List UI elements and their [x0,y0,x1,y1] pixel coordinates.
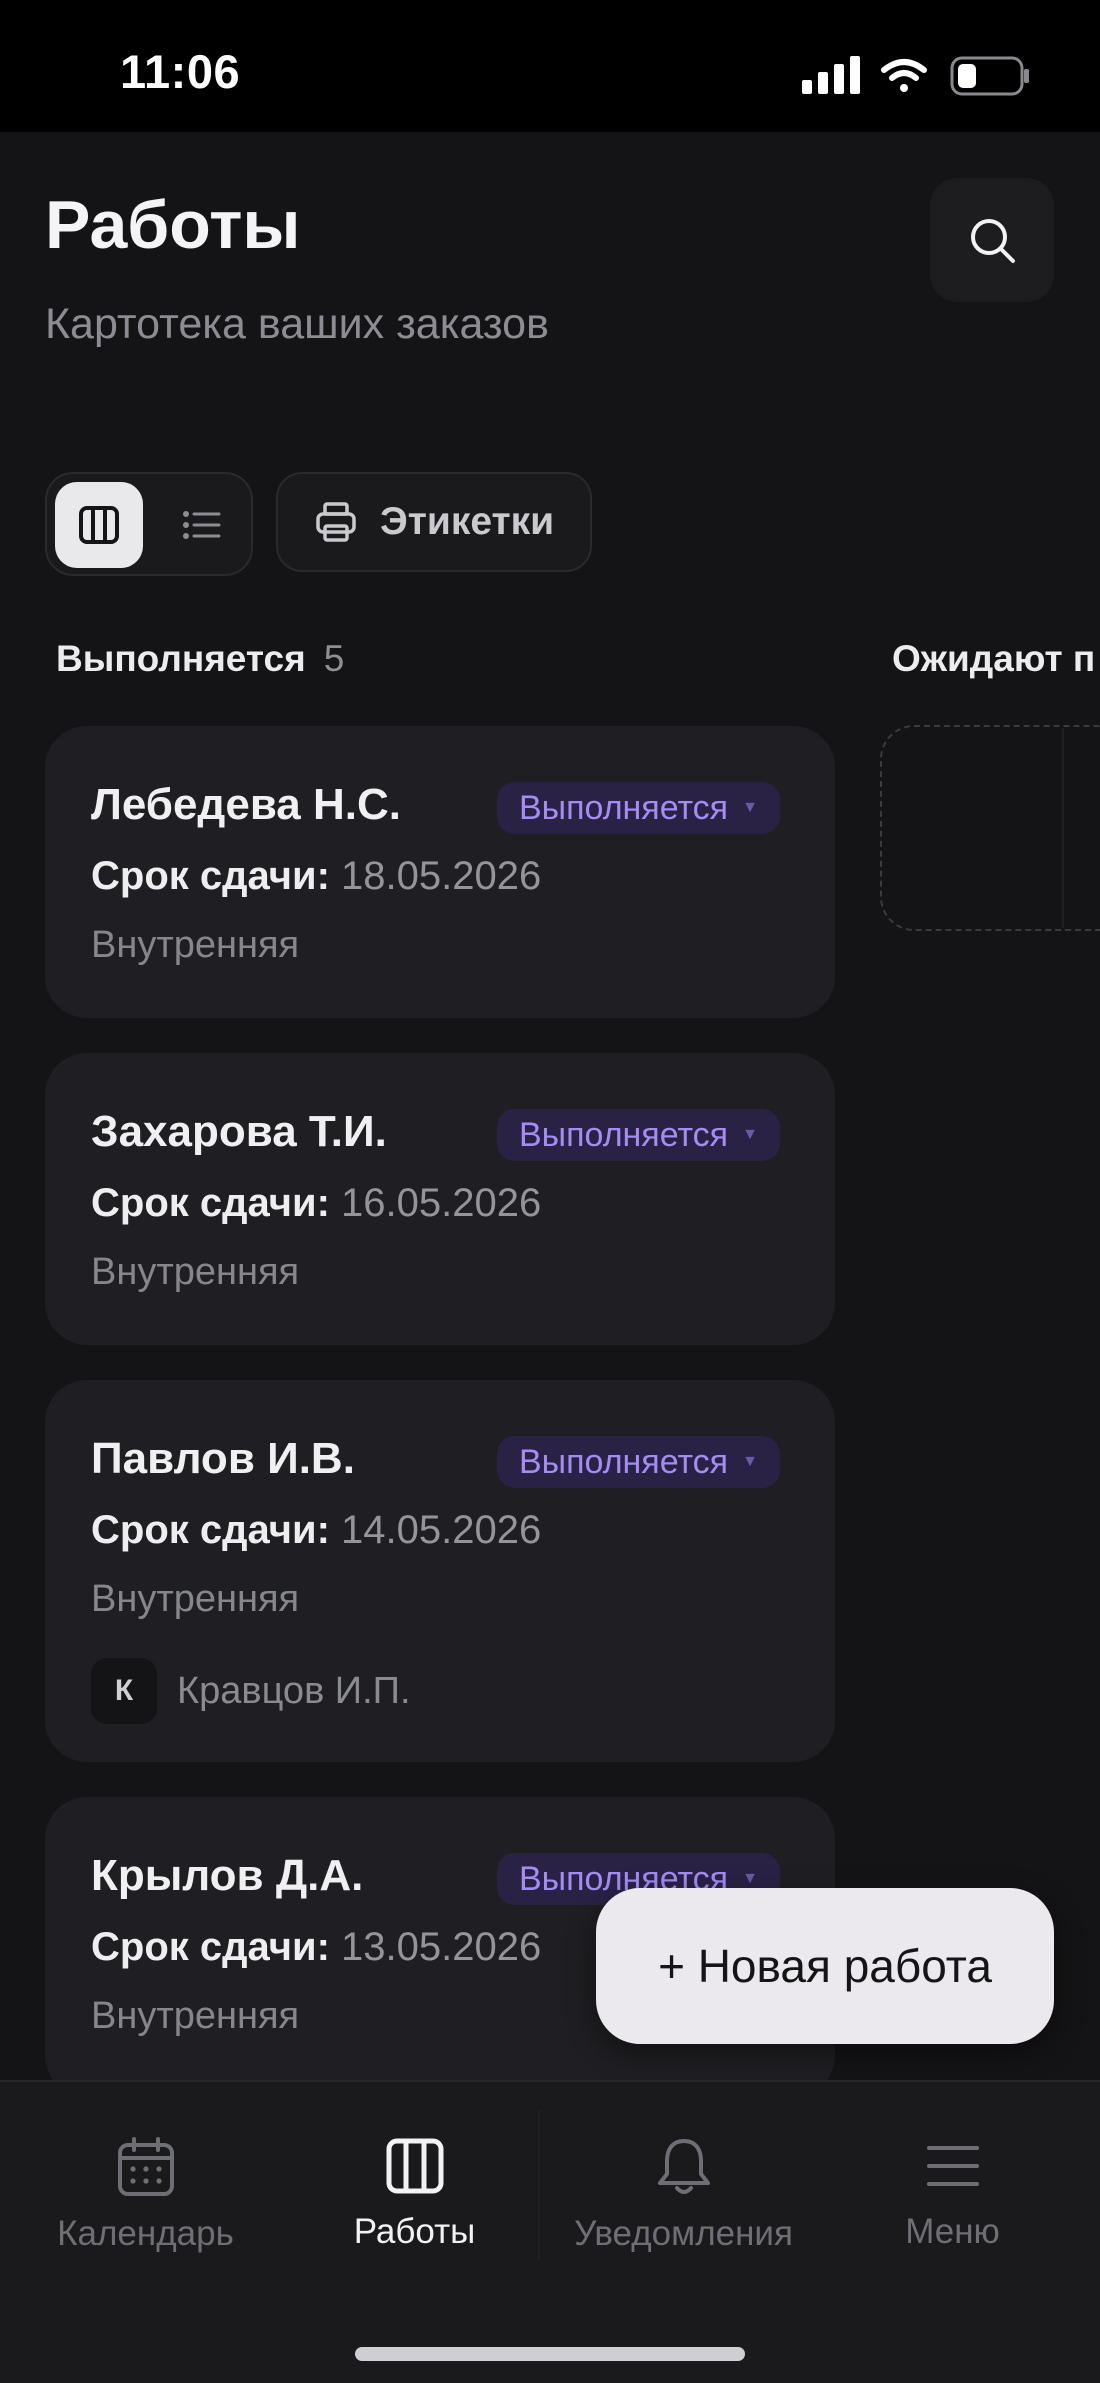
cellular-signal-icon [802,56,860,94]
view-toggle [45,472,253,576]
status-time: 11:06 [120,45,241,98]
status-badge[interactable]: Выполняется ▼ [497,1109,780,1161]
caret-down-icon: ▼ [742,1126,758,1143]
menu-icon [926,2146,979,2186]
nav-label: Меню [905,2212,1000,2251]
caret-down-icon: ▼ [742,799,758,816]
nav-divider [538,2110,540,2260]
home-indicator[interactable] [355,2347,745,2361]
bell-icon [657,2139,710,2194]
card-due-date: Срок сдачи: 18.05.2026 [91,854,541,899]
status-icons [800,52,1030,105]
columns-icon [79,506,119,544]
nav-item-works[interactable]: Работы [277,2136,552,2252]
search-button[interactable] [930,178,1054,302]
due-label: Срок сдачи: [91,854,330,898]
columns-icon [386,2138,443,2194]
status-badge-label: Выполняется [519,788,729,827]
column-header-waiting: Ожидают п [892,638,1095,680]
caret-down-icon: ▼ [742,1453,758,1470]
bottom-navigation: Календарь Работы Уведомления Меню [0,2080,1100,2383]
card-client-name: Захарова Т.И. [91,1107,387,1156]
page-subtitle: Картотека ваших заказов [45,300,549,348]
column-divider [1062,728,1064,928]
card-client-name: Крылов Д.А. [91,1851,364,1900]
nav-item-notifications[interactable]: Уведомления [546,2136,821,2254]
calendar-icon [117,2137,174,2196]
work-card[interactable]: Захарова Т.И. Выполняется ▼ Срок сдачи: 1… [45,1053,835,1345]
printer-icon [316,502,356,542]
work-card[interactable]: Павлов И.В. Выполняется ▼ Срок сдачи: 14.… [45,1380,835,1762]
status-badge-label: Выполняется [519,1442,729,1481]
due-label: Срок сдачи: [91,1508,330,1552]
status-bar: 11:06 [0,0,1100,132]
wifi-icon [881,59,927,92]
assignee-name: Кравцов И.П. [177,1669,411,1712]
column-title: Выполняется [56,638,306,679]
column-count: 5 [323,638,345,679]
battery-icon [950,56,1029,96]
labels-button-label: Этикетки [380,500,555,543]
card-due-date: Срок сдачи: 13.05.2026 [91,1925,541,1970]
due-value: 16.05.2026 [341,1181,542,1225]
column-header-in-progress: Выполняется 5 [56,638,344,680]
card-assignee: К Кравцов И.П. [91,1658,411,1724]
card-type: Внутренняя [91,1995,300,2037]
column-title: Ожидают п [892,638,1096,679]
due-label: Срок сдачи: [91,1925,330,1969]
status-badge[interactable]: Выполняется ▼ [497,1436,780,1488]
due-label: Срок сдачи: [91,1181,330,1225]
avatar: К [91,1658,157,1724]
nav-item-calendar[interactable]: Календарь [8,2136,283,2254]
new-work-button[interactable]: + Новая работа [596,1888,1054,2044]
status-badge[interactable]: Выполняется ▼ [497,782,780,834]
empty-column-placeholder [880,725,1100,931]
search-icon [971,219,1015,263]
card-type: Внутренняя [91,1578,300,1620]
nav-item-menu[interactable]: Меню [815,2136,1090,2252]
card-due-date: Срок сдачи: 16.05.2026 [91,1181,541,1226]
board-view-button[interactable] [55,482,143,568]
work-card[interactable]: Лебедева Н.С. Выполняется ▼ Срок сдачи: 1… [45,726,835,1018]
list-view-button[interactable] [159,482,245,568]
nav-label: Уведомления [574,2214,793,2253]
due-value: 14.05.2026 [341,1508,542,1552]
card-client-name: Лебедева Н.С. [91,780,401,829]
nav-label: Работы [353,2212,476,2251]
due-value: 18.05.2026 [341,854,542,898]
card-type: Внутренняя [91,924,300,966]
caret-down-icon: ▼ [742,1870,758,1887]
labels-button[interactable]: Этикетки [276,472,592,572]
card-due-date: Срок сдачи: 14.05.2026 [91,1508,541,1553]
list-icon [183,511,221,539]
card-client-name: Павлов И.В. [91,1434,355,1483]
nav-label: Календарь [57,2214,234,2253]
page-title: Работы [45,187,301,263]
due-value: 13.05.2026 [341,1925,542,1969]
card-type: Внутренняя [91,1251,300,1293]
status-badge-label: Выполняется [519,1115,729,1154]
